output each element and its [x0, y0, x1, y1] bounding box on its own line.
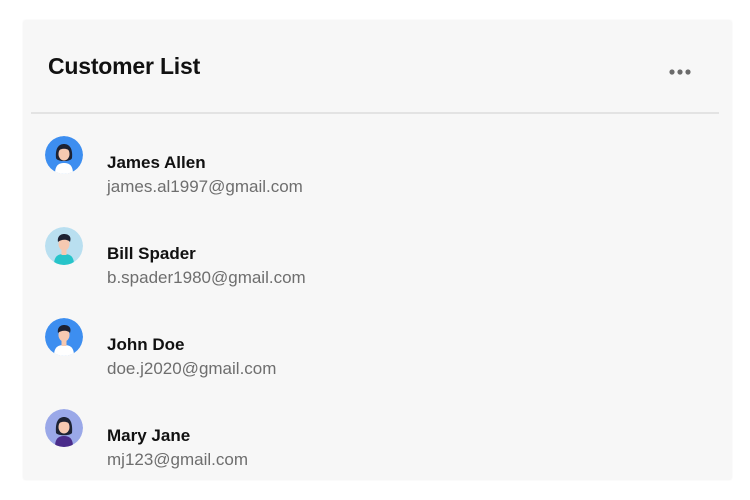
avatar	[45, 409, 83, 447]
woman-avatar-icon	[45, 409, 83, 447]
woman-avatar-icon	[45, 136, 83, 174]
more-horizontal-icon	[669, 69, 691, 75]
customer-email: mj123@gmail.com	[107, 450, 249, 469]
customer-email: b.spader1980@gmail.com	[107, 268, 306, 287]
customer-name: Bill Spader	[107, 244, 196, 263]
man-avatar-icon	[45, 318, 83, 356]
customer-email: james.al1997@gmail.com	[107, 177, 303, 196]
avatar	[45, 136, 83, 174]
customer-name: John Doe	[107, 335, 185, 354]
card-header: Customer List	[23, 20, 732, 113]
customer-email: doe.j2020@gmail.com	[107, 359, 277, 378]
avatar	[45, 227, 83, 265]
more-options-button[interactable]	[665, 61, 695, 83]
list-item[interactable]: John Doe doe.j2020@gmail.com	[23, 296, 732, 378]
card-title: Customer List	[48, 53, 201, 79]
customer-list-card: Customer List James Allen james.al1997@g…	[23, 20, 732, 480]
list-item[interactable]: James Allen james.al1997@gmail.com	[23, 114, 732, 196]
list-item[interactable]: Bill Spader b.spader1980@gmail.com	[23, 205, 732, 287]
avatar	[45, 318, 83, 356]
list-item[interactable]: Mary Jane mj123@gmail.com	[23, 387, 732, 469]
customer-name: James Allen	[107, 153, 206, 172]
man-avatar-icon	[45, 227, 83, 265]
customer-name: Mary Jane	[107, 426, 191, 445]
